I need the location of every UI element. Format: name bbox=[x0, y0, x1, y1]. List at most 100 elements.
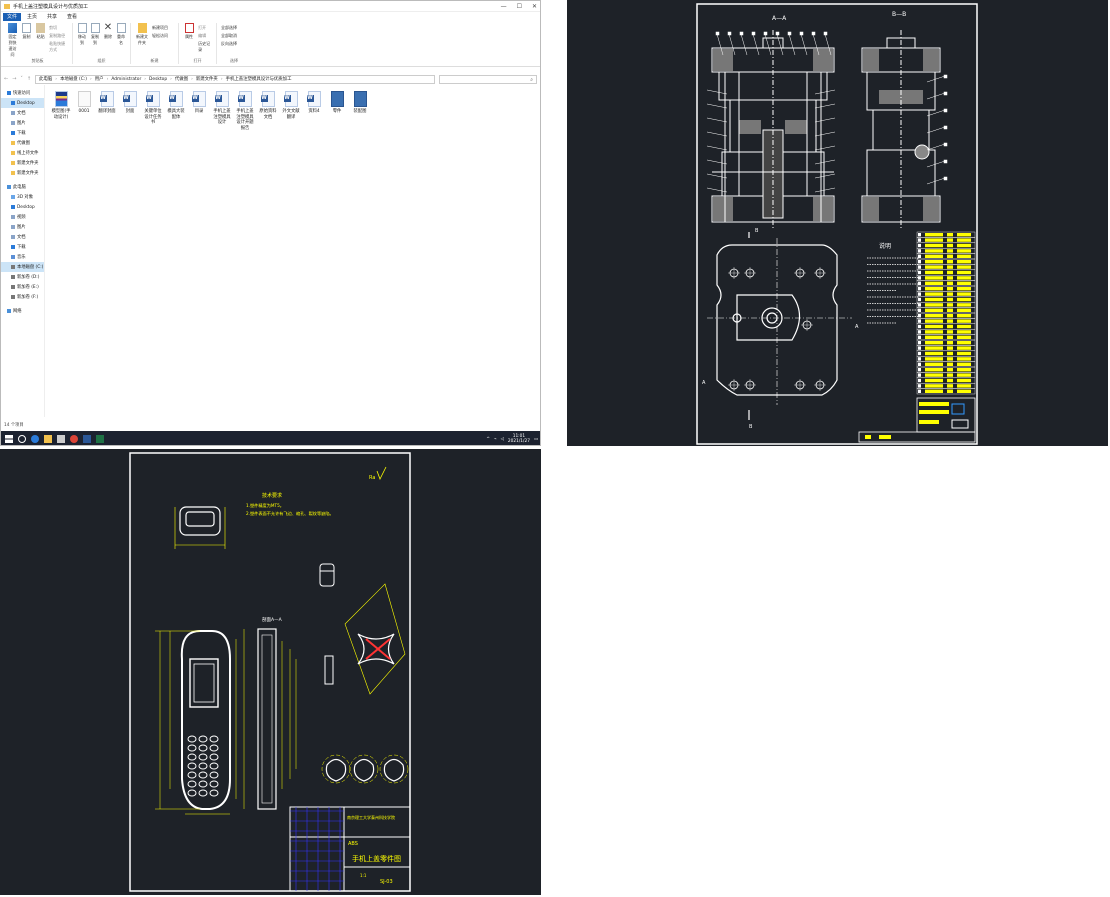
windows-start-icon[interactable] bbox=[5, 435, 13, 443]
section-mark-b-bottom: B bbox=[749, 424, 753, 430]
sidebar-item[interactable]: 线上待文件 bbox=[1, 148, 44, 158]
file-item[interactable]: W 资料4 bbox=[304, 91, 324, 115]
tray-chevron-icon[interactable]: ^ bbox=[486, 437, 490, 442]
delete-button[interactable]: ✕ 删除 bbox=[103, 23, 113, 58]
paste-shortcut-button[interactable]: 粘贴快捷方式 bbox=[49, 41, 68, 53]
breadcrumb-item[interactable]: 本地磁盘 (C:) bbox=[60, 76, 87, 82]
sidebar-item[interactable]: 新加卷 (E:) bbox=[1, 282, 44, 292]
maximize-button[interactable]: ☐ bbox=[517, 3, 522, 10]
invert-selection-button[interactable]: 反向选择 bbox=[221, 41, 247, 47]
open-button[interactable]: 打开 bbox=[198, 25, 212, 31]
close-button[interactable]: ✕ bbox=[532, 3, 537, 10]
sidebar-item[interactable]: 快速访问 bbox=[1, 88, 44, 98]
breadcrumb-item[interactable]: 手机上盖注塑模具设计与优质加工 bbox=[226, 76, 292, 82]
sidebar-item[interactable]: 新建文件夹 bbox=[1, 168, 44, 178]
sidebar-item[interactable]: 代做图 bbox=[1, 138, 44, 148]
sidebar-folder-icon bbox=[11, 171, 15, 175]
parts-list-number bbox=[918, 335, 921, 339]
balloon-mark bbox=[943, 74, 948, 79]
copy-path-button[interactable]: 复制路径 bbox=[49, 33, 68, 39]
tab-view[interactable]: 查看 bbox=[63, 13, 81, 21]
balloon-mark bbox=[943, 108, 948, 113]
sidebar-item[interactable]: 网络 bbox=[1, 306, 44, 316]
file-item[interactable]: 0001 bbox=[74, 91, 94, 115]
file-item[interactable]: 装配图 bbox=[350, 91, 370, 115]
leader-line bbox=[706, 89, 728, 95]
forward-icon[interactable]: → bbox=[12, 76, 16, 82]
sidebar-item[interactable]: 图片 bbox=[1, 222, 44, 232]
copy-button[interactable]: 复制 bbox=[21, 23, 32, 58]
app-icon[interactable] bbox=[83, 435, 91, 443]
tab-file[interactable]: 文件 bbox=[3, 12, 22, 21]
search-input[interactable]: ⌕ bbox=[439, 74, 537, 84]
edit-button[interactable]: 编辑 bbox=[198, 33, 212, 39]
breadcrumb-item[interactable]: Administrator bbox=[111, 77, 141, 82]
key-hole bbox=[209, 744, 219, 752]
back-icon[interactable]: ← bbox=[4, 76, 8, 82]
minimize-button[interactable]: — bbox=[501, 3, 507, 10]
breadcrumb-item[interactable]: Desktop bbox=[149, 77, 167, 82]
file-item[interactable]: 模型图(手动设计) bbox=[51, 91, 71, 120]
breadcrumb-item[interactable]: 新建文件夹 bbox=[196, 76, 218, 82]
properties-button[interactable]: 属性 bbox=[183, 23, 195, 58]
sidebar-item[interactable]: 文档 bbox=[1, 108, 44, 118]
breadcrumb-item[interactable]: 用户 bbox=[95, 76, 104, 82]
file-item[interactable]: W 封面 bbox=[120, 91, 140, 115]
file-item[interactable]: W 目录 bbox=[189, 91, 209, 115]
new-item-button[interactable]: 新建项目 bbox=[152, 25, 168, 31]
tab-share[interactable]: 共享 bbox=[43, 13, 61, 21]
select-all-button[interactable]: 全部选择 bbox=[221, 25, 247, 31]
sidebar-item[interactable]: 新建文件夹 bbox=[1, 158, 44, 168]
history-button[interactable]: 历史记录 bbox=[198, 41, 212, 53]
sidebar-item[interactable]: 视频 bbox=[1, 212, 44, 222]
volume-icon[interactable]: ◁ bbox=[501, 437, 504, 442]
sidebar-item[interactable]: Desktop bbox=[1, 98, 44, 108]
sidebar-item[interactable]: 下载 bbox=[1, 242, 44, 252]
file-item[interactable]: W 翻译封面 bbox=[97, 91, 117, 115]
notification-icon[interactable]: ▭ bbox=[534, 437, 538, 442]
file-name: 原始资料文档 bbox=[259, 109, 277, 120]
file-item[interactable]: W 原始资料文档 bbox=[258, 91, 278, 120]
copy-to-button[interactable]: 复制到 bbox=[90, 23, 100, 58]
file-item[interactable]: 零件 bbox=[327, 91, 347, 115]
file-item[interactable]: W 模具大装配体 bbox=[166, 91, 186, 120]
file-explorer-icon[interactable] bbox=[44, 435, 52, 443]
breadcrumb-item[interactable]: 代做图 bbox=[175, 76, 188, 82]
select-none-button[interactable]: 全部取消 bbox=[221, 33, 247, 39]
sidebar-item[interactable]: 新加卷 (F:) bbox=[1, 292, 44, 302]
sidebar-item[interactable]: 图片 bbox=[1, 118, 44, 128]
sidebar-item-label: 3D 对象 bbox=[17, 195, 34, 200]
sidebar-item[interactable]: Desktop bbox=[1, 202, 44, 212]
media-icon[interactable] bbox=[57, 435, 65, 443]
new-folder-button[interactable]: 新建文件夹 bbox=[135, 23, 149, 58]
file-item[interactable]: W 手机上盖注塑模具设计 bbox=[212, 91, 232, 126]
file-item[interactable]: W 外文文献翻译 bbox=[281, 91, 301, 120]
sidebar-item[interactable]: 文档 bbox=[1, 232, 44, 242]
network-icon[interactable]: ⌁ bbox=[494, 437, 497, 442]
sidebar-item[interactable]: 3D 对象 bbox=[1, 192, 44, 202]
excel-icon[interactable] bbox=[96, 435, 104, 443]
paste-button[interactable]: 粘贴 bbox=[35, 23, 46, 58]
sidebar-item[interactable]: 本地磁盘 (C:) bbox=[1, 262, 44, 272]
sidebar-item[interactable]: 音乐 bbox=[1, 252, 44, 262]
sidebar-item[interactable]: 此电脑 bbox=[1, 182, 44, 192]
pin-quick-access-button[interactable]: 固定到快速访问 bbox=[7, 23, 18, 58]
rename-button[interactable]: 重命名 bbox=[116, 23, 126, 58]
clock[interactable]: 11:01 2021/1/27 bbox=[508, 434, 530, 444]
chevron-down-icon[interactable]: ˅ bbox=[20, 76, 23, 82]
easy-access-button[interactable]: 轻松访问 bbox=[152, 33, 168, 39]
sidebar-item[interactable]: 下载 bbox=[1, 128, 44, 138]
tab-home[interactable]: 主页 bbox=[23, 13, 41, 21]
address-bar[interactable]: 此电脑 › 本地磁盘 (C:) › 用户 › Administrator › Desktop › 代… bbox=[35, 74, 435, 84]
up-icon[interactable]: ↑ bbox=[27, 76, 31, 82]
chrome-icon[interactable] bbox=[70, 435, 78, 443]
file-item[interactable]: W 手机上盖注塑模具设计开题报告 bbox=[235, 91, 255, 131]
cut-button[interactable]: 剪切 bbox=[49, 25, 68, 31]
move-to-button[interactable]: 移动到 bbox=[77, 23, 87, 58]
breadcrumb-item[interactable]: 此电脑 bbox=[39, 76, 52, 82]
file-item[interactable]: W 关键单位设计任务书 bbox=[143, 91, 163, 126]
sidebar-item-label: 本地磁盘 (C:) bbox=[17, 265, 44, 270]
search-icon[interactable] bbox=[18, 435, 26, 443]
sidebar-item[interactable]: 新加卷 (D:) bbox=[1, 272, 44, 282]
edge-icon[interactable] bbox=[31, 435, 39, 443]
